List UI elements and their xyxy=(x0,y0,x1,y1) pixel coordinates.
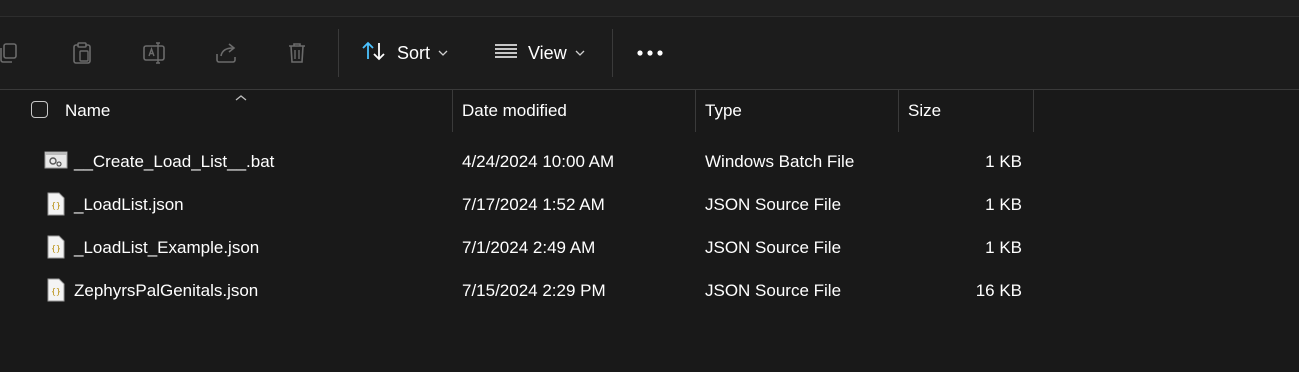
column-header-type[interactable]: Type xyxy=(705,90,890,132)
view-icon xyxy=(494,41,518,66)
file-date-modified: 7/15/2024 2:29 PM xyxy=(462,280,606,300)
json-file-icon: {} xyxy=(46,235,70,259)
file-name: _LoadList_Example.json xyxy=(74,237,260,257)
file-type: JSON Source File xyxy=(705,237,842,257)
file-date-modified: 7/1/2024 2:49 AM xyxy=(462,237,596,257)
toolbar-separator xyxy=(612,29,613,77)
file-name: ZephyrsPalGenitals.json xyxy=(74,280,259,300)
more-icon[interactable] xyxy=(636,39,664,67)
toolbar-separator xyxy=(338,29,339,77)
file-size: 1 KB xyxy=(985,237,1022,257)
column-resize-handle[interactable] xyxy=(1033,90,1034,132)
chevron-down-icon xyxy=(575,49,585,57)
file-date-modified: 4/24/2024 10:00 AM xyxy=(462,151,615,171)
svg-text:{}: {} xyxy=(51,201,61,210)
command-bar: Sort View xyxy=(0,17,1299,89)
file-type: JSON Source File xyxy=(705,280,842,300)
delete-icon[interactable] xyxy=(283,39,311,67)
copy-icon[interactable] xyxy=(0,39,22,67)
view-label: View xyxy=(528,42,567,63)
column-header-date-modified[interactable]: Date modified xyxy=(462,90,687,132)
sort-label: Sort xyxy=(397,42,431,63)
file-row[interactable]: __Create_Load_List__.bat 4/24/2024 10:00… xyxy=(0,140,1040,183)
file-size: 16 KB xyxy=(975,280,1022,300)
sort-button[interactable]: Sort xyxy=(361,37,448,69)
column-header-size[interactable]: Size xyxy=(908,90,1028,132)
file-row[interactable]: {} _LoadList.json 7/17/2024 1:52 AM JSON… xyxy=(0,183,1040,226)
file-type: Windows Batch File xyxy=(705,151,855,171)
file-name: _LoadList.json xyxy=(74,194,184,214)
svg-text:{}: {} xyxy=(51,244,61,253)
file-date-modified: 7/17/2024 1:52 AM xyxy=(462,194,605,214)
file-size: 1 KB xyxy=(985,194,1022,214)
json-file-icon: {} xyxy=(46,192,70,216)
view-button[interactable]: View xyxy=(494,37,585,69)
paste-icon[interactable] xyxy=(68,39,96,67)
file-type: JSON Source File xyxy=(705,194,842,214)
file-name: __Create_Load_List__.bat xyxy=(74,151,275,171)
column-resize-handle[interactable] xyxy=(898,90,899,132)
sort-icon xyxy=(361,39,387,68)
column-header-row: Name Date modified Type Size xyxy=(0,90,1299,132)
select-all-checkbox[interactable] xyxy=(31,101,48,118)
json-file-icon: {} xyxy=(46,278,70,302)
chevron-down-icon xyxy=(438,49,448,57)
batch-file-icon xyxy=(44,149,68,173)
file-size: 1 KB xyxy=(985,151,1022,171)
svg-text:{}: {} xyxy=(51,287,61,296)
column-resize-handle[interactable] xyxy=(695,90,696,132)
share-icon[interactable] xyxy=(212,39,240,67)
file-row[interactable]: {} _LoadList_Example.json 7/1/2024 2:49 … xyxy=(0,226,1040,269)
column-header-name[interactable]: Name xyxy=(65,90,445,132)
column-resize-handle[interactable] xyxy=(452,90,453,132)
title-strip xyxy=(0,0,1299,17)
file-row[interactable]: {} ZephyrsPalGenitals.json 7/15/2024 2:2… xyxy=(0,269,1040,312)
rename-icon[interactable] xyxy=(140,39,168,67)
